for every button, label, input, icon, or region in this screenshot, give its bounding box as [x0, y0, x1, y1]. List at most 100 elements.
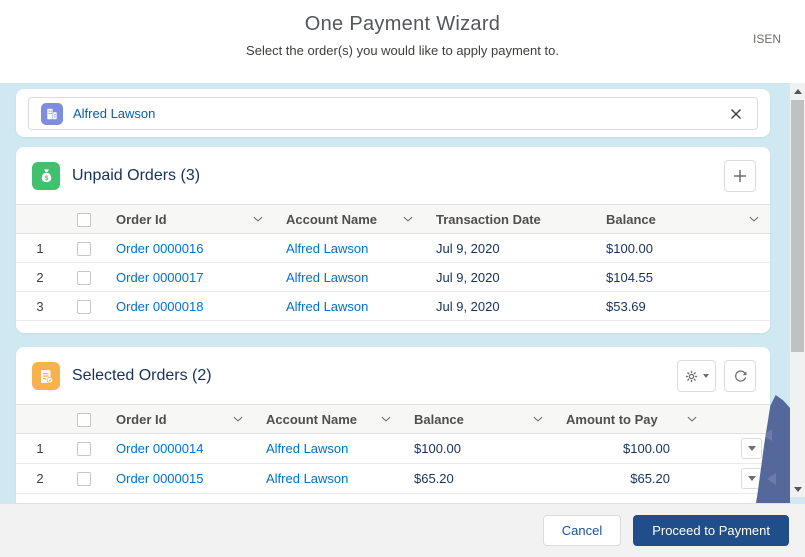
account-link[interactable]: Alfred Lawson: [266, 471, 348, 486]
order-id-cell: Order 0000014: [104, 434, 254, 464]
balance-cell: $100.00: [402, 434, 554, 464]
selected-orders-card: Selected Orders (2): [16, 347, 770, 503]
chevron-down-icon[interactable]: [402, 213, 414, 225]
vertical-scrollbar[interactable]: [790, 83, 805, 497]
transaction-date-cell: Jul 9, 2020: [424, 234, 594, 263]
corner-text: ISEN: [753, 32, 781, 46]
row-number: 1: [16, 434, 64, 464]
balance-cell: $53.69: [594, 292, 770, 321]
unpaid-orders-card: $ Unpaid Orders (3): [16, 147, 770, 333]
order-link[interactable]: Order 0000015: [116, 471, 203, 486]
modal-body: Alfred Lawson $ Unpaid Orders (: [0, 83, 805, 503]
selected-orders-actions: [677, 360, 756, 392]
order-link[interactable]: Order 0000018: [116, 299, 203, 314]
row-number: 2: [16, 263, 64, 292]
row-checkbox[interactable]: [77, 300, 91, 314]
row-checkbox[interactable]: [77, 242, 91, 256]
account-name-cell: Alfred Lawson: [274, 292, 424, 321]
chevron-down-icon[interactable]: [252, 213, 264, 225]
column-header-transaction-date[interactable]: Transaction Date: [424, 205, 594, 234]
svg-text:$: $: [44, 175, 48, 182]
account-link[interactable]: Alfred Lawson: [286, 270, 368, 285]
chevron-down-icon[interactable]: [232, 413, 244, 425]
dropdown-arrow-icon: [748, 446, 756, 451]
selected-orders-table: Order Id Account Name Balance: [16, 404, 770, 494]
selected-orders-tbody: 1 Order 0000014 Alfred Lawson $100.00$100.0…: [16, 434, 770, 494]
account-icon: [41, 103, 63, 125]
account-lookup-card: Alfred Lawson: [16, 89, 770, 137]
order-link[interactable]: Order 0000014: [116, 441, 203, 456]
select-all-cell: [64, 205, 104, 234]
dropdown-arrow-icon: [748, 476, 756, 481]
unpaid-orders-tbody: 1 Order 0000016 Alfred Lawson Jul 9, 2020$1…: [16, 234, 770, 321]
one-payment-wizard-modal: One Payment Wizard Select the order(s) y…: [0, 0, 805, 557]
row-checkbox[interactable]: [77, 472, 91, 486]
row-number-column: [16, 405, 64, 434]
column-header-order-id[interactable]: Order Id: [104, 205, 274, 234]
table-row: 2Order 0000017Alfred LawsonJul 9, 2020$1…: [16, 263, 770, 292]
refresh-button[interactable]: [724, 360, 756, 392]
account-name-cell: Alfred Lawson: [274, 263, 424, 292]
account-link[interactable]: Alfred Lawson: [286, 241, 368, 256]
row-checkbox-cell: [64, 292, 104, 321]
select-all-checkbox[interactable]: [77, 413, 91, 427]
orders-icon: [32, 362, 60, 390]
account-name-cell: Alfred Lawson: [254, 434, 402, 464]
row-checkbox[interactable]: [77, 271, 91, 285]
add-order-button[interactable]: [724, 160, 756, 192]
cancel-button[interactable]: Cancel: [543, 515, 621, 546]
selected-orders-title: Selected Orders (2): [72, 367, 665, 385]
row-action-button[interactable]: [741, 438, 762, 459]
gear-icon: [684, 369, 699, 384]
column-header-balance[interactable]: Balance: [594, 205, 770, 234]
scroll-down-button[interactable]: [790, 481, 805, 497]
close-icon: [729, 107, 743, 121]
clear-selection-button[interactable]: [727, 105, 745, 123]
amount-to-pay-cell: $100.00: [554, 434, 708, 464]
select-all-cell: [64, 405, 104, 434]
refresh-icon: [733, 369, 748, 384]
column-header-account-name[interactable]: Account Name: [274, 205, 424, 234]
row-checkbox[interactable]: [77, 442, 91, 456]
modal-footer: Cancel Proceed to Payment: [0, 503, 805, 557]
order-link[interactable]: Order 0000016: [116, 241, 203, 256]
page-subtitle: Select the order(s) you would like to ap…: [0, 43, 805, 58]
row-checkbox-cell: [64, 464, 104, 494]
chevron-down-icon[interactable]: [748, 213, 760, 225]
chevron-down-icon: [703, 374, 709, 378]
scrollbar-thumb[interactable]: [791, 100, 804, 352]
account-lookup-value: Alfred Lawson: [73, 106, 717, 121]
account-name-cell: Alfred Lawson: [274, 234, 424, 263]
account-link[interactable]: Alfred Lawson: [266, 441, 348, 456]
table-row: 1Order 0000016Alfred LawsonJul 9, 2020$1…: [16, 234, 770, 263]
amount-to-pay-cell: $65.20: [554, 464, 708, 494]
row-checkbox-cell: [64, 263, 104, 292]
row-checkbox-cell: [64, 234, 104, 263]
balance-cell: $104.55: [594, 263, 770, 292]
unpaid-orders-table: Order Id Account Name Transaction Date: [16, 204, 770, 321]
scroll-up-button[interactable]: [790, 83, 805, 99]
proceed-to-payment-button[interactable]: Proceed to Payment: [633, 515, 789, 546]
unpaid-orders-header: $ Unpaid Orders (3): [16, 147, 770, 204]
order-id-cell: Order 0000018: [104, 292, 274, 321]
account-link[interactable]: Alfred Lawson: [286, 299, 368, 314]
row-actions-column: [708, 405, 770, 434]
table-row: 3Order 0000018Alfred LawsonJul 9, 2020$5…: [16, 292, 770, 321]
chevron-down-icon[interactable]: [380, 413, 392, 425]
order-id-cell: Order 0000015: [104, 464, 254, 494]
chevron-down-icon[interactable]: [686, 413, 698, 425]
account-lookup-field[interactable]: Alfred Lawson: [28, 97, 758, 130]
modal-header: One Payment Wizard Select the order(s) y…: [0, 0, 805, 83]
select-all-checkbox[interactable]: [77, 213, 91, 227]
column-header-balance[interactable]: Balance: [402, 405, 554, 434]
row-number: 3: [16, 292, 64, 321]
order-link[interactable]: Order 0000017: [116, 270, 203, 285]
settings-button[interactable]: [677, 360, 716, 392]
balance-cell: $65.20: [402, 464, 554, 494]
row-action-cell: [708, 434, 770, 464]
column-header-account-name[interactable]: Account Name: [254, 405, 402, 434]
chevron-down-icon[interactable]: [532, 413, 544, 425]
column-header-amount-to-pay[interactable]: Amount to Pay: [554, 405, 708, 434]
row-number: 1: [16, 234, 64, 263]
column-header-order-id[interactable]: Order Id: [104, 405, 254, 434]
